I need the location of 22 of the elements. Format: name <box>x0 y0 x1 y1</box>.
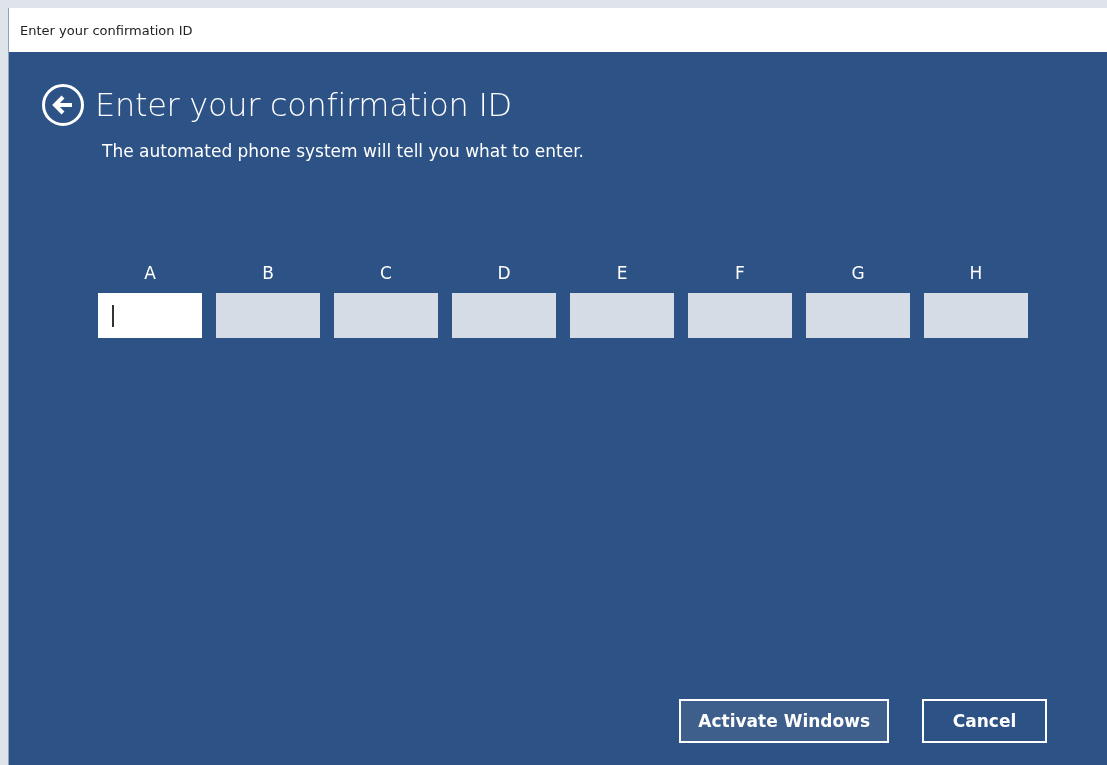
back-icon[interactable] <box>41 83 85 127</box>
dialog-button[interactable]: Activate Windows <box>679 699 889 743</box>
dialog-button[interactable]: Cancel <box>922 699 1047 743</box>
input-field[interactable] <box>98 293 202 338</box>
field-label: H <box>969 263 983 283</box>
input-field[interactable] <box>806 293 910 338</box>
field-label: A <box>144 263 156 283</box>
page-heading: Enter your confirmation ID <box>95 86 512 124</box>
input-field[interactable] <box>570 293 674 338</box>
input-field[interactable] <box>924 293 1028 338</box>
field-label: B <box>262 263 274 283</box>
input-field[interactable] <box>452 293 556 338</box>
input-field[interactable] <box>334 293 438 338</box>
input-field[interactable] <box>688 293 792 338</box>
window-title: Enter your confirmation ID <box>20 22 193 38</box>
instruction-text: The automated phone system will tell you what to enter. <box>102 141 585 161</box>
field-label: E <box>616 263 628 283</box>
input-field[interactable] <box>216 293 320 338</box>
field-label: C <box>380 263 392 283</box>
field-label: G <box>851 263 865 283</box>
field-label: D <box>497 263 511 283</box>
field-label: F <box>735 263 745 283</box>
